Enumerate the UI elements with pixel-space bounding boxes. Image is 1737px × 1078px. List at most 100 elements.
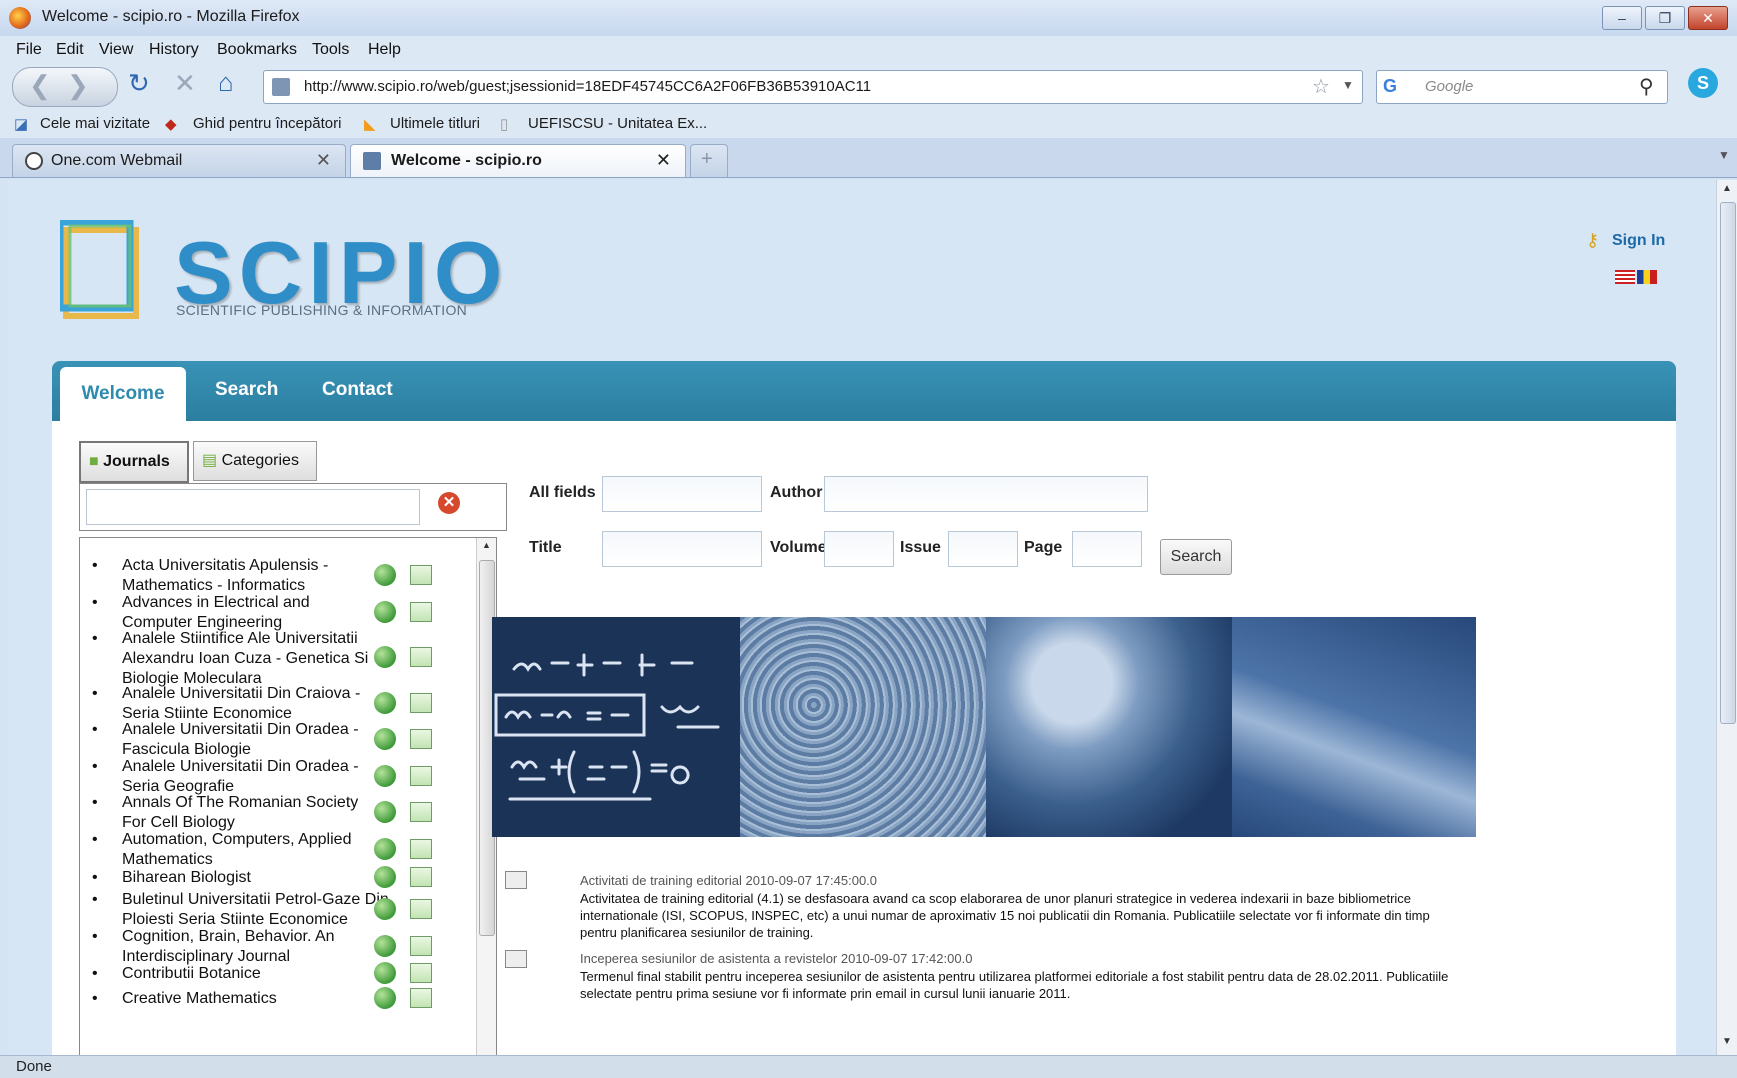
issue-input[interactable] xyxy=(948,531,1018,567)
new-tab-button[interactable]: + xyxy=(690,144,728,177)
menu-help[interactable]: Help xyxy=(368,41,401,59)
menu-edit[interactable]: Edit xyxy=(56,41,84,59)
journal-link[interactable]: Analele Universitatii Din Craiova - Seri… xyxy=(122,684,372,724)
journal-link[interactable]: Contributii Botanice xyxy=(122,964,372,984)
journal-link[interactable]: Analele Universitatii Din Oradea - Seria… xyxy=(122,757,372,797)
scroll-up-icon[interactable]: ▲ xyxy=(1722,183,1732,194)
back-arrow-icon[interactable]: ❮ xyxy=(29,70,51,101)
search-engine-box[interactable]: G Google ⚲ xyxy=(1376,70,1668,104)
clear-filter-icon[interactable]: ✕ xyxy=(438,492,460,514)
menu-history[interactable]: History xyxy=(149,41,199,59)
skype-icon[interactable]: S xyxy=(1688,68,1718,98)
globe-icon[interactable] xyxy=(374,962,396,984)
search-engine-placeholder[interactable]: Google xyxy=(1425,78,1473,95)
english-flag-icon[interactable] xyxy=(1615,270,1635,284)
journal-link[interactable]: Buletinul Universitatii Petrol-Gaze Din … xyxy=(122,890,392,930)
tab-list-icon[interactable]: ▼ xyxy=(1718,148,1730,162)
google-icon[interactable]: G xyxy=(1383,76,1397,97)
bookmark-getting-started[interactable]: Ghid pentru începători xyxy=(193,115,341,132)
journals-button[interactable]: ■ Journals xyxy=(79,441,189,483)
url-dropdown-icon[interactable]: ▼ xyxy=(1342,78,1354,92)
site-identity-icon[interactable] xyxy=(272,78,290,96)
bookmark-star-icon[interactable]: ☆ xyxy=(1312,74,1330,99)
journal-details-icon[interactable] xyxy=(410,963,432,983)
page-input[interactable] xyxy=(1072,531,1142,567)
journal-link[interactable]: Analele Universitatii Din Oradea - Fasci… xyxy=(122,720,372,760)
search-button[interactable]: Search xyxy=(1160,539,1232,575)
journal-link[interactable]: Automation, Computers, Applied Mathemati… xyxy=(122,830,372,870)
address-url[interactable]: http://www.scipio.ro/web/guest;jsessioni… xyxy=(304,78,871,95)
globe-icon[interactable] xyxy=(374,564,396,586)
globe-icon[interactable] xyxy=(374,801,396,823)
globe-icon[interactable] xyxy=(374,838,396,860)
list-item: • Automation, Computers, Applied Mathema… xyxy=(92,830,458,870)
news-title[interactable]: Inceperea sesiunilor de asistenta a revi… xyxy=(580,951,972,966)
bookmark-latest-headlines[interactable]: Ultimele titluri xyxy=(390,115,480,132)
volume-input[interactable] xyxy=(824,531,894,567)
globe-icon[interactable] xyxy=(374,692,396,714)
address-bar[interactable]: http://www.scipio.ro/web/guest;jsessioni… xyxy=(263,70,1363,104)
journal-details-icon[interactable] xyxy=(410,766,432,786)
journal-link[interactable]: Annals Of The Romanian Society For Cell … xyxy=(122,793,372,833)
tab-scipio[interactable]: Welcome - scipio.ro ✕ xyxy=(350,144,686,177)
globe-icon[interactable] xyxy=(374,898,396,920)
categories-button[interactable]: ▤ Categories xyxy=(193,441,317,481)
journal-link[interactable]: Cognition, Brain, Behavior. An Interdisc… xyxy=(122,927,372,967)
journal-details-icon[interactable] xyxy=(410,729,432,749)
minimize-button[interactable]: – xyxy=(1602,6,1642,30)
close-tab-icon[interactable]: ✕ xyxy=(316,150,331,171)
news-body: Termenul final stabilit pentru inceperea… xyxy=(580,969,1449,1001)
globe-icon[interactable] xyxy=(374,646,396,668)
journal-details-icon[interactable] xyxy=(410,867,432,887)
scroll-up-icon[interactable]: ▲ xyxy=(482,540,491,550)
page-scrollbar[interactable]: ▲ ▼ xyxy=(1716,180,1737,1055)
journal-details-icon[interactable] xyxy=(410,899,432,919)
nav-welcome[interactable]: Welcome xyxy=(60,367,186,421)
menu-tools[interactable]: Tools xyxy=(312,41,349,59)
journal-details-icon[interactable] xyxy=(410,602,432,622)
magnifier-icon[interactable]: ⚲ xyxy=(1639,74,1654,99)
forward-arrow-icon[interactable]: ❯ xyxy=(67,70,89,101)
scrollbar-thumb[interactable] xyxy=(1720,202,1736,724)
menu-bookmarks[interactable]: Bookmarks xyxy=(217,41,297,59)
nav-search[interactable]: Search xyxy=(215,379,278,401)
globe-icon[interactable] xyxy=(374,987,396,1009)
news-title[interactable]: Activitati de training editorial 2010-09… xyxy=(580,873,877,888)
reload-icon[interactable]: ↻ xyxy=(128,68,150,99)
stop-icon[interactable]: ✕ xyxy=(174,68,196,99)
journal-details-icon[interactable] xyxy=(410,693,432,713)
journal-details-icon[interactable] xyxy=(410,802,432,822)
journal-filter-input[interactable] xyxy=(86,489,420,525)
journal-details-icon[interactable] xyxy=(410,565,432,585)
globe-icon[interactable] xyxy=(374,728,396,750)
author-input[interactable] xyxy=(824,476,1148,512)
restore-button[interactable]: ❐ xyxy=(1645,6,1685,30)
journal-link[interactable]: Creative Mathematics xyxy=(122,989,372,1009)
menu-view[interactable]: View xyxy=(99,41,133,59)
nav-contact[interactable]: Contact xyxy=(322,379,393,401)
journal-link[interactable]: Analele Stiintifice Ale Universitatii Al… xyxy=(122,629,372,689)
globe-icon[interactable] xyxy=(374,935,396,957)
globe-icon[interactable] xyxy=(374,601,396,623)
globe-icon[interactable] xyxy=(374,866,396,888)
menu-file[interactable]: File xyxy=(16,41,42,59)
close-tab-icon[interactable]: ✕ xyxy=(656,150,671,171)
journal-details-icon[interactable] xyxy=(410,839,432,859)
journal-link[interactable]: Acta Universitatis Apulensis - Mathemati… xyxy=(122,556,372,596)
globe-icon[interactable] xyxy=(374,765,396,787)
home-icon[interactable]: ⌂ xyxy=(218,67,234,98)
title-input[interactable] xyxy=(602,531,762,567)
bookmark-most-visited[interactable]: Cele mai vizitate xyxy=(40,115,150,132)
journal-details-icon[interactable] xyxy=(410,647,432,667)
romanian-flag-icon[interactable] xyxy=(1637,270,1657,284)
journal-details-icon[interactable] xyxy=(410,936,432,956)
all-fields-input[interactable] xyxy=(602,476,762,512)
journal-link[interactable]: Biharean Biologist xyxy=(122,868,372,888)
journal-details-icon[interactable] xyxy=(410,988,432,1008)
tab-webmail[interactable]: One.com Webmail ✕ xyxy=(12,144,346,177)
journal-link[interactable]: Advances in Electrical and Computer Engi… xyxy=(122,593,372,633)
close-window-button[interactable]: ✕ xyxy=(1688,6,1728,30)
scroll-down-icon[interactable]: ▼ xyxy=(1722,1036,1732,1047)
sign-in-link[interactable]: Sign In xyxy=(1612,232,1665,250)
bookmark-uefiscsu[interactable]: UEFISCSU - Unitatea Ex... xyxy=(528,115,707,132)
